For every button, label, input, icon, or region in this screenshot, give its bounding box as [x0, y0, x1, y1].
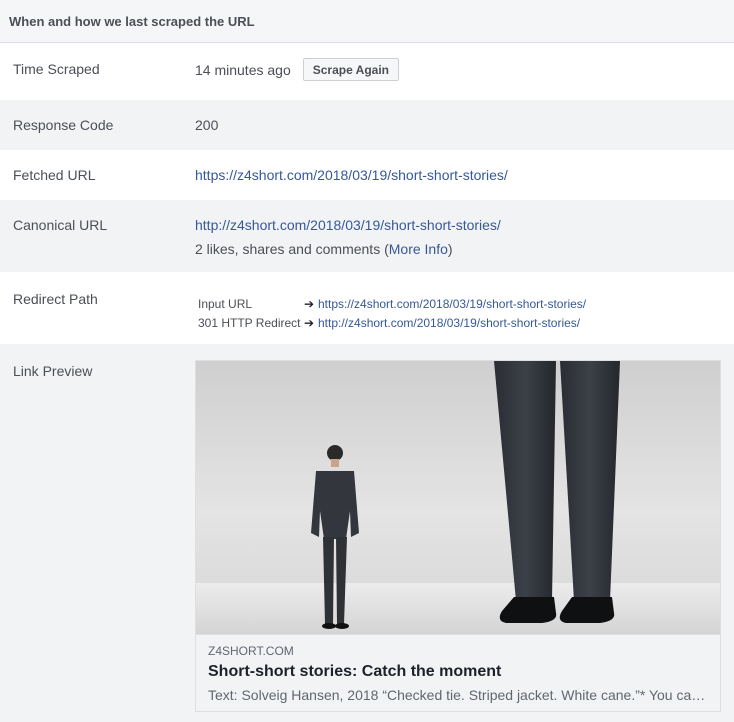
redirect-path-table: Input URL ➔ https://z4short.com/2018/03/… — [195, 294, 734, 332]
scrape-info-panel: When and how we last scraped the URL Tim… — [0, 0, 734, 722]
preview-domain: Z4SHORT.COM — [208, 644, 294, 658]
preview-title: Short-short stories: Catch the moment — [208, 663, 502, 680]
redirect-path-label: Redirect Path — [13, 291, 98, 307]
engagement-suffix: ) — [447, 241, 453, 257]
redirect-step-url[interactable]: http://z4short.com/2018/03/19/short-shor… — [318, 316, 580, 330]
link-preview-label: Link Preview — [13, 363, 93, 379]
more-info-link[interactable]: More Info — [389, 241, 448, 257]
preview-image — [196, 361, 720, 635]
canonical-url-link[interactable]: http://z4short.com/2018/03/19/short-shor… — [195, 217, 501, 233]
redirect-step: Input URL ➔ https://z4short.com/2018/03/… — [195, 294, 734, 313]
canonical-url-label: Canonical URL — [13, 217, 108, 233]
preview-description: Text: Solveig Hansen, 2018 “Checked tie.… — [208, 687, 708, 703]
response-code-value: 200 — [195, 117, 219, 133]
engagement-text: 2 likes, shares and comments (More Info) — [195, 241, 734, 257]
redirect-step-url[interactable]: https://z4short.com/2018/03/19/short-sho… — [318, 297, 586, 311]
section-header: When and how we last scraped the URL — [0, 0, 734, 43]
response-code-label: Response Code — [13, 117, 114, 133]
time-scraped-row: Time Scraped 14 minutes ago Scrape Again — [0, 43, 734, 100]
scrape-again-button[interactable]: Scrape Again — [302, 58, 399, 81]
time-scraped-value: 14 minutes ago — [195, 61, 291, 78]
response-code-row: Response Code 200 — [0, 100, 734, 150]
link-preview-row: Link Preview Z4SHORT.COM Short-short sto… — [0, 344, 734, 722]
section-title: When and how we last scraped the URL — [9, 13, 255, 29]
redirect-step: 301 HTTP Redirect ➔ http://z4short.com/2… — [195, 313, 734, 332]
redirect-step-type: 301 HTTP Redirect — [198, 315, 301, 330]
link-preview-card[interactable]: Z4SHORT.COM Short-short stories: Catch t… — [195, 360, 721, 712]
fetched-url-link[interactable]: https://z4short.com/2018/03/19/short-sho… — [195, 167, 508, 183]
time-scraped-label: Time Scraped — [13, 61, 100, 77]
time-scraped-value-container: 14 minutes ago Scrape Again — [195, 58, 734, 81]
redirect-step-type: Input URL — [198, 296, 253, 311]
arrow-right-icon: ➔ — [304, 315, 315, 330]
fetched-url-row: Fetched URL https://z4short.com/2018/03/… — [0, 150, 734, 200]
redirect-path-row: Redirect Path Input URL ➔ https://z4shor… — [0, 272, 734, 344]
canonical-url-row: Canonical URL http://z4short.com/2018/03… — [0, 200, 734, 272]
engagement-prefix: 2 likes, shares and comments ( — [195, 241, 389, 257]
fetched-url-label: Fetched URL — [13, 167, 96, 183]
arrow-right-icon: ➔ — [304, 296, 315, 311]
